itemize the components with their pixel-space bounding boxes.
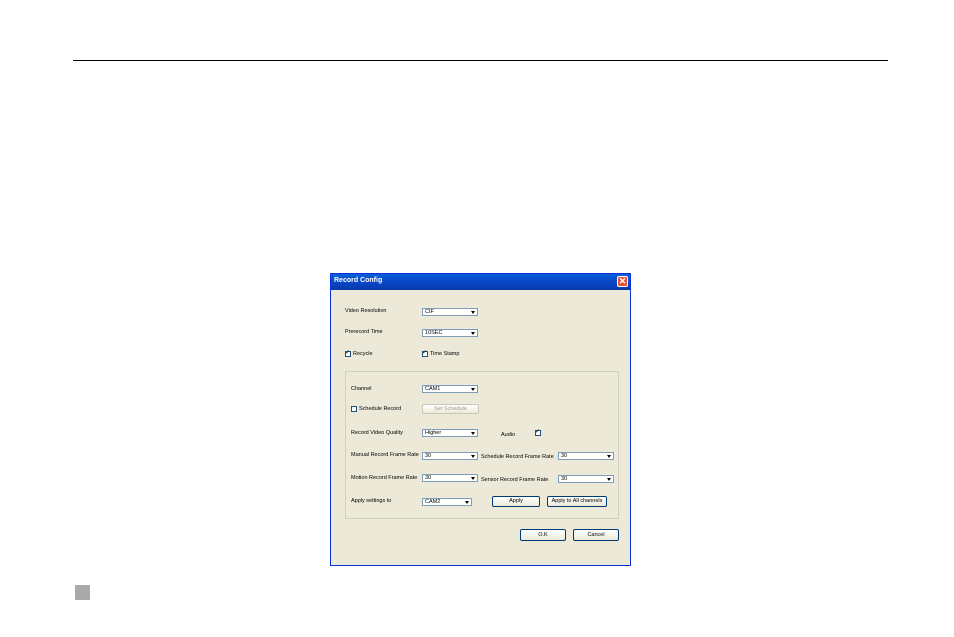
apply-settings-to-label: Apply settings to <box>351 498 392 504</box>
recycle-checkbox[interactable]: ✓ <box>345 350 351 357</box>
chevron-down-icon <box>464 499 471 505</box>
set-schedule-button[interactable]: Set Schedule <box>422 404 479 414</box>
record-video-quality-select[interactable]: Higher <box>422 429 478 437</box>
manual-frame-rate-label: Manual Record Frame Rate <box>351 452 419 458</box>
recycle-label: Recycle <box>353 351 373 357</box>
apply-all-channels-button[interactable]: Apply to All channels <box>547 496 607 507</box>
sensor-frame-rate-select[interactable]: 30 <box>558 475 614 483</box>
chevron-down-icon <box>606 453 613 459</box>
check-icon: ✓ <box>535 429 541 435</box>
prerecord-time-value: 10SEC <box>425 330 443 336</box>
schedule-record-checkbox[interactable] <box>351 406 357 412</box>
time-stamp-checkbox[interactable]: ✓ <box>422 350 428 357</box>
dialog-title: Record Config <box>334 277 383 284</box>
page-corner-square <box>75 585 90 600</box>
video-resolution-label: Video Resolution <box>345 308 387 314</box>
chevron-down-icon <box>470 309 477 315</box>
dialog-titlebar[interactable]: Record Config ✕ <box>331 274 630 290</box>
close-icon: ✕ <box>618 276 627 286</box>
apply-settings-to-select[interactable]: CAM2 <box>422 498 472 506</box>
cancel-button[interactable]: Cancel <box>573 529 619 541</box>
video-resolution-select[interactable]: CIF <box>422 308 478 316</box>
prerecord-time-label: Prerecord Time <box>345 329 383 335</box>
manual-frame-rate-select[interactable]: 30 <box>422 452 478 460</box>
schedule-record-label: Schedule Record <box>359 406 402 412</box>
schedule-frame-rate-label: Schedule Record Frame Rate <box>481 454 554 460</box>
time-stamp-label: Time Stamp <box>430 351 460 357</box>
chevron-down-icon <box>470 430 477 436</box>
motion-frame-rate-value: 30 <box>425 475 432 481</box>
audio-label: Audio <box>501 432 516 438</box>
chevron-down-icon <box>470 330 477 336</box>
chevron-down-icon <box>470 453 477 459</box>
schedule-frame-rate-select[interactable]: 30 <box>558 452 614 460</box>
prerecord-time-select[interactable]: 10SEC <box>422 329 478 337</box>
ok-button[interactable]: O.K <box>520 529 566 541</box>
chevron-down-icon <box>470 386 477 392</box>
video-resolution-value: CIF <box>425 309 434 315</box>
motion-frame-rate-select[interactable]: 30 <box>422 474 478 482</box>
record-video-quality-label: Record Video Quality <box>351 430 403 436</box>
apply-settings-to-value: CAM2 <box>425 499 441 505</box>
channel-select[interactable]: CAM1 <box>422 385 478 393</box>
record-config-dialog: Record Config ✕ Video Resolution CIF Pre… <box>330 273 631 566</box>
sensor-frame-rate-label: Sensor Record Frame Rate <box>481 477 549 483</box>
record-video-quality-value: Higher <box>425 430 442 436</box>
apply-button[interactable]: Apply <box>492 496 540 507</box>
check-icon: ✓ <box>345 350 351 356</box>
motion-frame-rate-label: Motion Record Frame Rate <box>351 475 418 481</box>
channel-value: CAM1 <box>425 386 441 392</box>
audio-checkbox[interactable]: ✓ <box>535 429 541 436</box>
chevron-down-icon <box>606 476 613 482</box>
channel-label: Channel <box>351 386 372 392</box>
close-button[interactable]: ✕ <box>617 276 628 287</box>
page-top-rule <box>73 60 888 61</box>
sensor-frame-rate-value: 30 <box>561 476 568 482</box>
manual-frame-rate-value: 30 <box>425 453 432 459</box>
schedule-frame-rate-value: 30 <box>561 453 568 459</box>
check-icon: ✓ <box>422 350 428 356</box>
chevron-down-icon <box>470 475 477 481</box>
